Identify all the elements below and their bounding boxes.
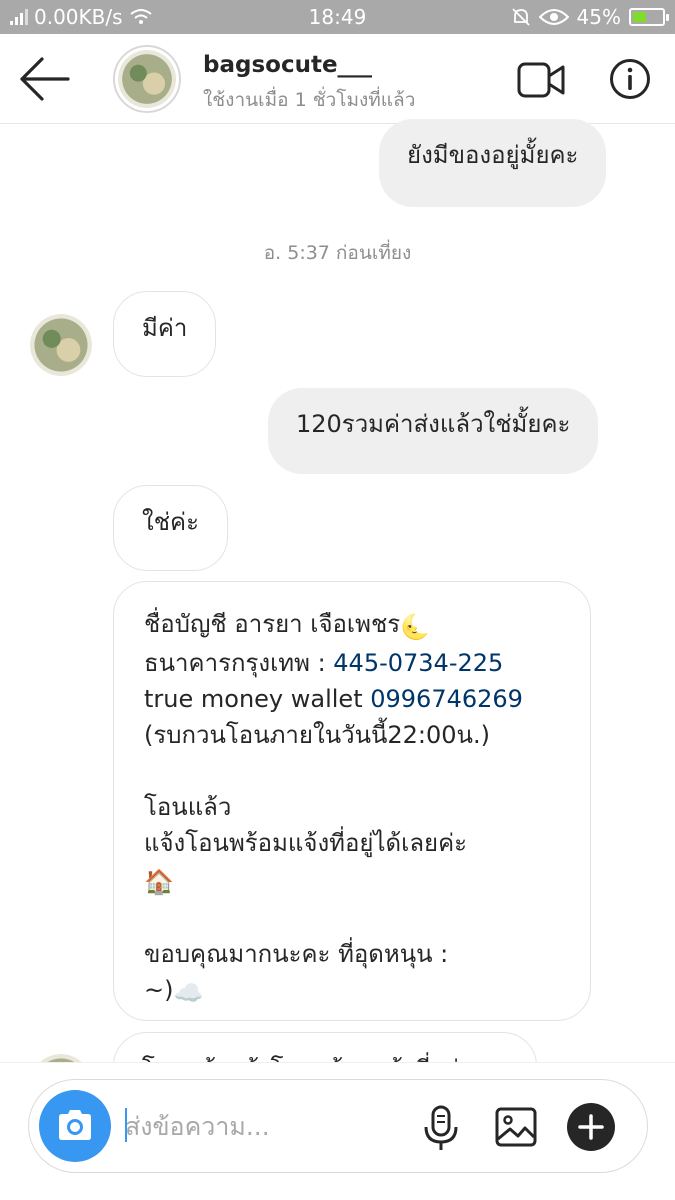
info-icon[interactable] (609, 58, 651, 100)
message-outgoing[interactable]: ยังมีของอยู่มั้ยคะ (379, 119, 607, 207)
spacer-line (144, 753, 560, 789)
mute-bell-icon (511, 8, 530, 26)
bank-account-number[interactable]: 445-0734-225 (333, 649, 503, 677)
gallery-icon[interactable] (494, 1106, 538, 1148)
camera-button[interactable] (39, 1090, 111, 1162)
bank-label: ธนาคารกรุงเทพ : (144, 649, 334, 677)
composer-bar (0, 1062, 675, 1200)
profile-avatar[interactable] (113, 45, 181, 113)
smile-text: ~) (144, 976, 174, 1004)
message-incoming[interactable]: ใช่ค่ะ (113, 485, 228, 571)
message-input[interactable] (125, 1108, 405, 1144)
microphone-icon[interactable] (419, 1104, 463, 1152)
message-incoming-payment-info[interactable]: ชื่อบัญชี อารยา เจือเพชร🌜 ธนาคารกรุงเทพ … (113, 581, 591, 1021)
house-icon: 🏠 (144, 868, 174, 896)
wallet-label: true money wallet (144, 685, 371, 713)
account-name: ชื่อบัญชี อารยา เจือเพชร (144, 610, 401, 638)
wallet-line: true money wallet 0996746269 (144, 681, 560, 717)
message-timestamp: อ. 5:37 ก่อนเที่ยง (263, 242, 412, 264)
thanks-line: ขอบคุณมากนะคะ ที่อุดหนุน : (144, 940, 449, 968)
wallet-phone-number[interactable]: 0996746269 (370, 685, 523, 713)
camera-icon (59, 1110, 91, 1140)
deadline-line: (รบกวนโอนภายในวันนี้22:00น.) (144, 721, 490, 749)
eye-icon (538, 9, 569, 25)
avatar-image (30, 314, 92, 376)
battery-percent: 45% (576, 5, 621, 29)
bank-line: ธนาคารกรุงเทพ : 445-0734-225 (144, 645, 560, 681)
status-bar: 0.00KB/s 18:49 45% (0, 0, 675, 34)
status-right: 45% (511, 5, 669, 29)
notify-line: แจ้งโอนพร้อมแจ้งที่อยู่ได้เลยค่ะ (144, 829, 468, 857)
video-call-icon[interactable] (517, 60, 565, 100)
text-cursor (125, 1108, 127, 1142)
spacer-line (144, 900, 560, 936)
last-seen-status: ใช้งานเมื่อ 1 ชั่วโมงที่แล้ว (203, 89, 416, 111)
chat-header: bagsocute___ ใช้งานเมื่อ 1 ชั่วโมงที่แล้… (0, 34, 675, 124)
chat-username[interactable]: bagsocute___ (203, 52, 372, 78)
plus-icon (578, 1114, 604, 1140)
house-line: 🏠 (144, 861, 560, 900)
message-composer (28, 1079, 648, 1173)
battery-fill (633, 12, 646, 22)
message-outgoing[interactable]: 120รวมค่าส่งแล้วใช่มั้ยคะ (268, 388, 599, 474)
cloud-icon: ☁️ (173, 979, 204, 1007)
smile-line: ~)☁️ (144, 972, 560, 1011)
crescent-moon-icon: 🌜 (400, 613, 431, 641)
avatar-image (118, 50, 176, 108)
battery-icon (629, 8, 669, 26)
plus-button[interactable] (567, 1103, 615, 1151)
transferred-line: โอนแล้ว (144, 793, 232, 821)
back-arrow-icon[interactable] (18, 56, 70, 102)
sender-avatar[interactable] (30, 314, 92, 376)
message-incoming[interactable]: มีค่า (113, 291, 217, 377)
account-name-line: ชื่อบัญชี อารยา เจือเพชร🌜 (144, 606, 560, 645)
